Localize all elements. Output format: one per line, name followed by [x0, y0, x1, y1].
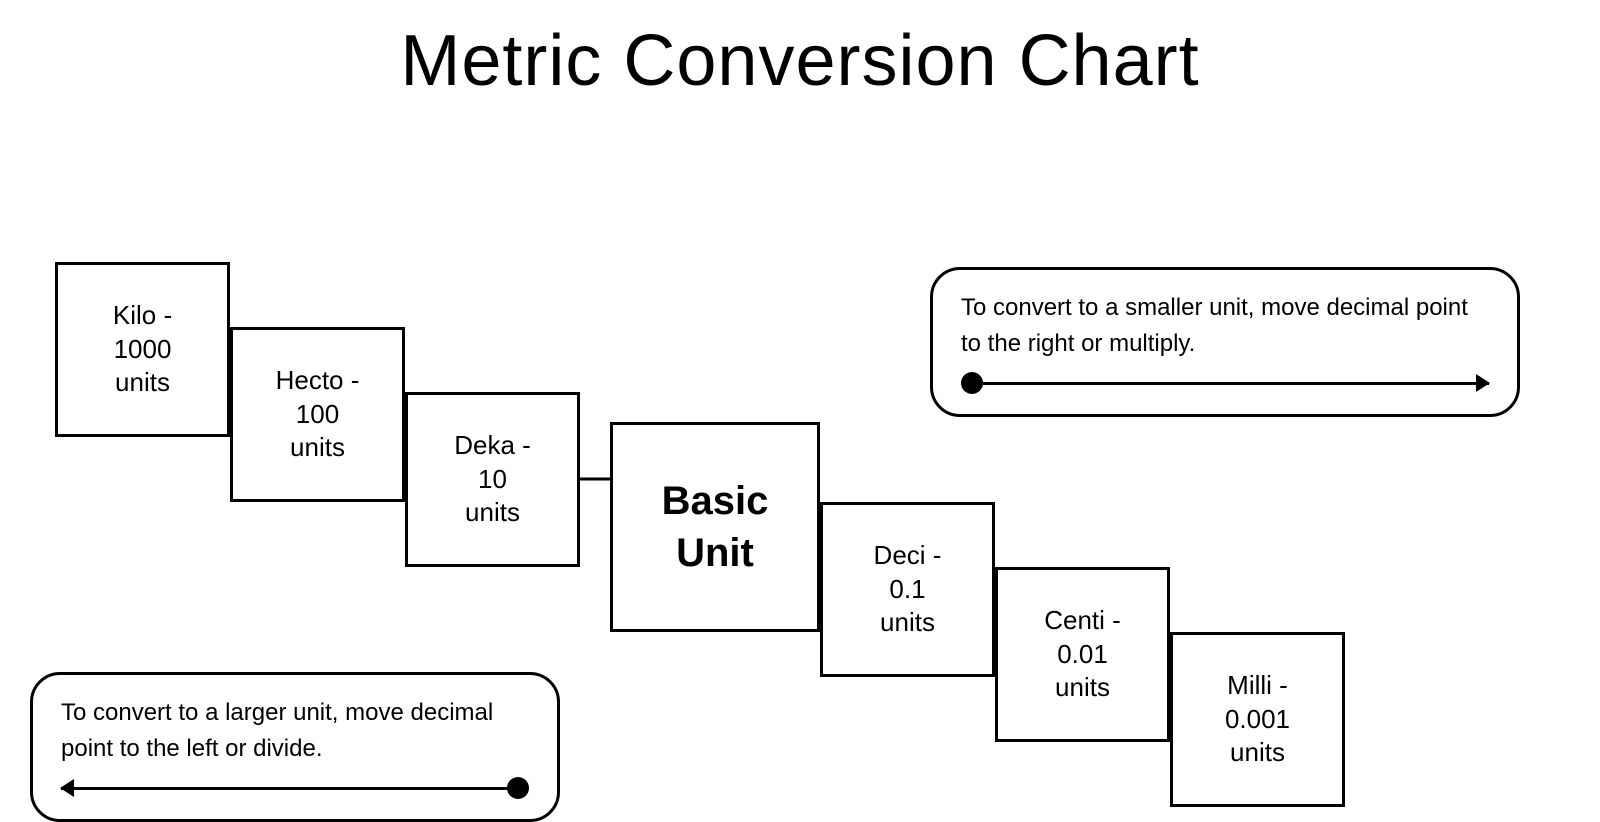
milli-box: Milli - 0.001 units: [1170, 632, 1345, 807]
arrow-right-line: [983, 382, 1489, 385]
dot-left: [507, 777, 529, 799]
hecto-box: Hecto - 100 units: [230, 327, 405, 502]
deci-box: Deci - 0.1 units: [820, 502, 995, 677]
info-box-smaller-unit: To convert to a smaller unit, move decim…: [930, 267, 1520, 417]
chart-area: Kilo - 1000 units Hecto - 100 units Deka…: [0, 112, 1600, 792]
info-top-text: To convert to a smaller unit, move decim…: [961, 290, 1489, 362]
dot-right: [961, 372, 983, 394]
info-bottom-text: To convert to a larger unit, move decima…: [61, 695, 529, 767]
page-title: Metric Conversion Chart: [0, 0, 1600, 112]
info-box-larger-unit: To convert to a larger unit, move decima…: [30, 672, 560, 822]
kilo-box: Kilo - 1000 units: [55, 262, 230, 437]
centi-box: Centi - 0.01 units: [995, 567, 1170, 742]
deka-box: Deka - 10 units: [405, 392, 580, 567]
arrow-left-row: [61, 777, 529, 799]
basic-unit-box: Basic Unit: [610, 422, 820, 632]
arrow-right-row: [961, 372, 1489, 394]
arrow-left-line: [61, 787, 507, 790]
